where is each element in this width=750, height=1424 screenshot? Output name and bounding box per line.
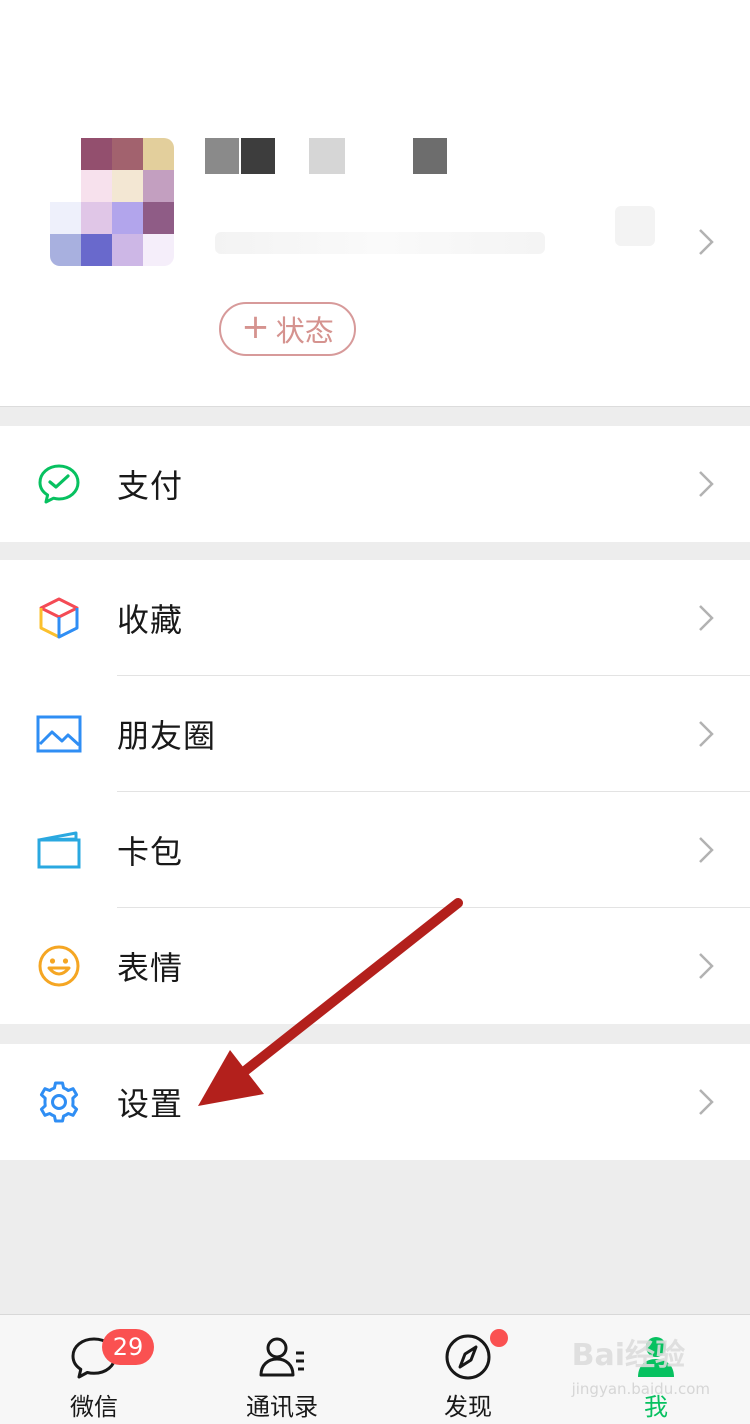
pay-icon	[36, 461, 82, 507]
chevron-right-icon	[699, 721, 714, 747]
avatar[interactable]	[50, 138, 174, 266]
add-status-label: 状态	[275, 314, 334, 348]
contacts-icon	[259, 1337, 304, 1377]
menu-item-settings[interactable]: 设置	[0, 1044, 750, 1160]
wechat-id-blurred	[215, 232, 545, 254]
sticker-icon	[36, 943, 82, 989]
favorites-icon	[36, 595, 82, 641]
tab-contacts[interactable]: 通讯录	[222, 1315, 342, 1424]
menu-group-settings: 设置	[0, 1044, 750, 1160]
menu-item-moments[interactable]: 朋友圈	[0, 676, 750, 792]
discover-icon	[445, 1334, 491, 1380]
watermark: Bai经验 jingyan.baidu.com	[572, 1330, 710, 1398]
chevron-right-icon	[699, 229, 714, 255]
menu-item-label: 收藏	[117, 601, 184, 639]
moments-icon	[36, 711, 82, 757]
qr-code-icon[interactable]	[615, 206, 655, 246]
new-content-dot	[490, 1329, 508, 1347]
menu-item-label: 朋友圈	[117, 717, 217, 755]
menu-item-label: 设置	[117, 1085, 184, 1123]
profile-header[interactable]: + 状态	[0, 0, 750, 407]
menu-item-card-wallet[interactable]: 卡包	[0, 792, 750, 908]
watermark-text: Bai经验	[571, 1338, 685, 1373]
menu-item-label: 支付	[117, 467, 184, 505]
menu-item-label: 卡包	[117, 833, 184, 871]
tab-label: 发现	[444, 1393, 492, 1421]
menu-group-pay: 支付	[0, 426, 750, 542]
tab-label: 通讯录	[246, 1393, 318, 1421]
tab-discover[interactable]: 发现	[408, 1315, 528, 1424]
watermark-sub: jingyan.baidu.com	[571, 1380, 710, 1398]
chevron-right-icon	[699, 837, 714, 863]
menu-item-pay[interactable]: 支付	[0, 426, 750, 542]
menu-item-label: 表情	[117, 949, 184, 987]
chevron-right-icon	[699, 953, 714, 979]
menu-item-stickers[interactable]: 表情	[0, 908, 750, 1024]
card-wallet-icon	[36, 827, 82, 873]
unread-badge: 29	[102, 1329, 154, 1365]
chevron-right-icon	[699, 471, 714, 497]
menu-group-main: 收藏 朋友圈 卡包 表情	[0, 560, 750, 1024]
tab-label: 微信	[70, 1393, 118, 1421]
menu-item-favorites[interactable]: 收藏	[0, 560, 750, 676]
plus-icon: +	[241, 307, 270, 347]
chevron-right-icon	[699, 1089, 714, 1115]
settings-icon	[36, 1079, 82, 1125]
tab-chats[interactable]: 29 微信	[34, 1315, 154, 1424]
chevron-right-icon	[699, 605, 714, 631]
add-status-button[interactable]: + 状态	[219, 302, 356, 356]
